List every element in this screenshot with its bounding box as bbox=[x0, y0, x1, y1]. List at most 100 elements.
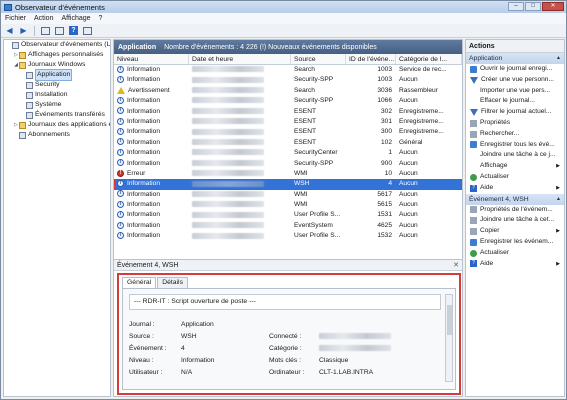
action-item[interactable]: Joindre une tâche à ce j... bbox=[466, 150, 564, 161]
tree-item[interactable]: Événements transférés bbox=[4, 110, 110, 120]
event-value[interactable]: 4 bbox=[181, 343, 269, 355]
logged-value-redacted bbox=[319, 331, 429, 343]
action-pane-icon[interactable] bbox=[82, 26, 93, 36]
menu-action[interactable]: Action bbox=[30, 15, 57, 22]
forward-arrow-icon[interactable]: ▶ bbox=[18, 26, 29, 36]
action-item[interactable]: Créer une vue personn... bbox=[466, 75, 564, 86]
tree-item[interactable]: Application bbox=[4, 69, 110, 81]
help-icon: ? bbox=[470, 184, 477, 192]
menu-help[interactable]: ? bbox=[95, 15, 107, 22]
actions-section-application[interactable]: Application ▲ bbox=[466, 53, 564, 64]
tree-item[interactable]: Security bbox=[4, 80, 110, 90]
redacted-date bbox=[192, 107, 264, 114]
close-icon[interactable]: ✕ bbox=[453, 260, 459, 271]
info-icon: i bbox=[117, 107, 124, 115]
action-item[interactable]: Importer une vue pers... bbox=[466, 86, 564, 97]
scroll-thumb[interactable] bbox=[447, 305, 452, 335]
redacted-date bbox=[192, 222, 264, 229]
action-item[interactable]: Ouvrir le journal enregi... bbox=[466, 64, 564, 75]
info-icon: i bbox=[117, 180, 124, 188]
event-row[interactable]: i Information SecurityCenter 1 Aucun bbox=[114, 148, 462, 158]
event-row[interactable]: i Information ESENT 302 Enregistreme... bbox=[114, 107, 462, 117]
event-row[interactable]: i Information Search 1003 Service de rec... bbox=[114, 65, 462, 75]
event-row[interactable]: i Information ESENT 300 Enregistreme... bbox=[114, 127, 462, 137]
menu-view[interactable]: Affichage bbox=[57, 15, 94, 22]
event-source: WMI bbox=[294, 201, 308, 209]
computer-value[interactable]: CLT-1.LAB.INTRA bbox=[319, 367, 429, 379]
event-row[interactable]: i Information User Profile S... 1531 Aucun bbox=[114, 210, 462, 220]
tree-item[interactable]: Observateur d'événements (Local) bbox=[4, 40, 110, 50]
filter-icon bbox=[470, 76, 478, 84]
event-level: i Information bbox=[114, 221, 189, 231]
event-row[interactable]: i Information ESENT 102 Général bbox=[114, 138, 462, 148]
action-item[interactable]: Propriétés bbox=[466, 118, 564, 129]
tree-item[interactable]: Abonnements bbox=[4, 130, 110, 140]
action-item[interactable]: Propriétés de l'événem... bbox=[466, 205, 564, 216]
properties-icon[interactable] bbox=[54, 26, 65, 36]
event-id: 1003 bbox=[377, 76, 392, 84]
info-icon: i bbox=[117, 65, 124, 73]
event-row[interactable]: i Information ESENT 301 Enregistreme... bbox=[114, 117, 462, 127]
help-icon[interactable]: ? bbox=[68, 26, 79, 36]
tab-details[interactable]: Détails bbox=[157, 277, 188, 288]
column-level[interactable]: Niveau bbox=[114, 54, 189, 64]
column-source[interactable]: Source bbox=[291, 54, 346, 64]
tree-item[interactable]: Installation bbox=[4, 90, 110, 100]
action-item[interactable]: Enregistrer tous les évé... bbox=[466, 140, 564, 151]
source-value[interactable]: WSH bbox=[181, 331, 269, 343]
menu-file[interactable]: Fichier bbox=[1, 15, 30, 22]
event-row[interactable]: i Information Security-SPP 900 Aucun bbox=[114, 159, 462, 169]
maximize-button[interactable]: □ bbox=[525, 2, 541, 11]
actions-section-event[interactable]: Événement 4, WSH ▲ bbox=[466, 193, 564, 205]
collapse-arrow-icon[interactable]: ▲ bbox=[556, 194, 561, 205]
event-row[interactable]: i Information Security-SPP 1066 Aucun bbox=[114, 96, 462, 106]
redacted-date bbox=[192, 97, 264, 104]
tree-item-label: Security bbox=[35, 81, 60, 88]
action-item[interactable]: Enregistrer les événem... bbox=[466, 237, 564, 248]
action-item[interactable]: Copier ▶ bbox=[466, 226, 564, 237]
event-date-redacted bbox=[189, 86, 291, 96]
level-value[interactable]: Information bbox=[181, 355, 269, 367]
event-row[interactable]: ! Erreur WMI 10 Aucun bbox=[114, 169, 462, 179]
event-message[interactable]: --- RDR-IT : Script ouverture de poste -… bbox=[129, 294, 441, 310]
action-item[interactable]: Affichage ▶ bbox=[466, 161, 564, 172]
event-row[interactable]: i Information User Profile S... 1532 Aucun bbox=[114, 231, 462, 241]
application-actions: Ouvrir le journal enregi... Créer une vue… bbox=[466, 64, 564, 194]
keywords-value[interactable]: Classique bbox=[319, 355, 429, 367]
detail-scrollbar[interactable] bbox=[445, 294, 453, 382]
event-row[interactable]: i Information Security-SPP 1003 Aucun bbox=[114, 75, 462, 85]
console-tree-icon[interactable] bbox=[40, 26, 51, 36]
action-item[interactable]: Effacer le journal... bbox=[466, 96, 564, 107]
event-row[interactable]: i Information WMI 5615 Aucun bbox=[114, 200, 462, 210]
info-icon: i bbox=[117, 76, 124, 84]
action-item[interactable]: Joindre une tâche à cet... bbox=[466, 215, 564, 226]
event-row[interactable]: Avertissement Search 3036 Rassembleur bbox=[114, 86, 462, 96]
event-row[interactable]: i Information WSH 4 Aucun bbox=[114, 179, 462, 190]
submenu-arrow-icon: ▶ bbox=[556, 228, 560, 235]
event-label: Événement : bbox=[129, 345, 167, 352]
event-row[interactable]: i Information WMI 5617 Aucun bbox=[114, 190, 462, 200]
column-date[interactable]: Date et heure bbox=[189, 54, 291, 64]
collapse-arrow-icon[interactable]: ▲ bbox=[556, 53, 561, 64]
user-value[interactable]: N/A bbox=[181, 367, 269, 379]
action-item[interactable]: Actualiser bbox=[466, 248, 564, 259]
actions-pane: Actions Application ▲ Ouvrir le journal … bbox=[465, 39, 565, 397]
tree-item[interactable]: ▷ Affichages personnalisés bbox=[4, 50, 110, 60]
tree-item[interactable]: Système bbox=[4, 100, 110, 110]
column-event-id[interactable]: ID de l'événe... bbox=[346, 54, 396, 64]
event-source: ESENT bbox=[294, 117, 316, 125]
tree-item[interactable]: ▷ Journaux des applications et bbox=[4, 120, 110, 130]
action-item[interactable]: ? Aide ▶ bbox=[466, 259, 564, 270]
close-button[interactable]: ✕ bbox=[542, 2, 564, 11]
tab-general[interactable]: Général bbox=[122, 277, 157, 288]
action-item[interactable]: Actualiser bbox=[466, 172, 564, 183]
back-arrow-icon[interactable]: ◀ bbox=[4, 26, 15, 36]
minimize-button[interactable]: – bbox=[508, 2, 524, 11]
journal-value[interactable]: Application bbox=[181, 319, 269, 331]
action-item[interactable]: Filtrer le journal actuel... bbox=[466, 107, 564, 118]
column-category[interactable]: Catégorie de l... bbox=[396, 54, 462, 64]
event-row[interactable]: i Information EventSystem 4625 Aucun bbox=[114, 221, 462, 231]
action-item[interactable]: Rechercher... bbox=[466, 129, 564, 140]
log-icon bbox=[26, 101, 33, 109]
action-item[interactable]: ? Aide ▶ bbox=[466, 183, 564, 194]
